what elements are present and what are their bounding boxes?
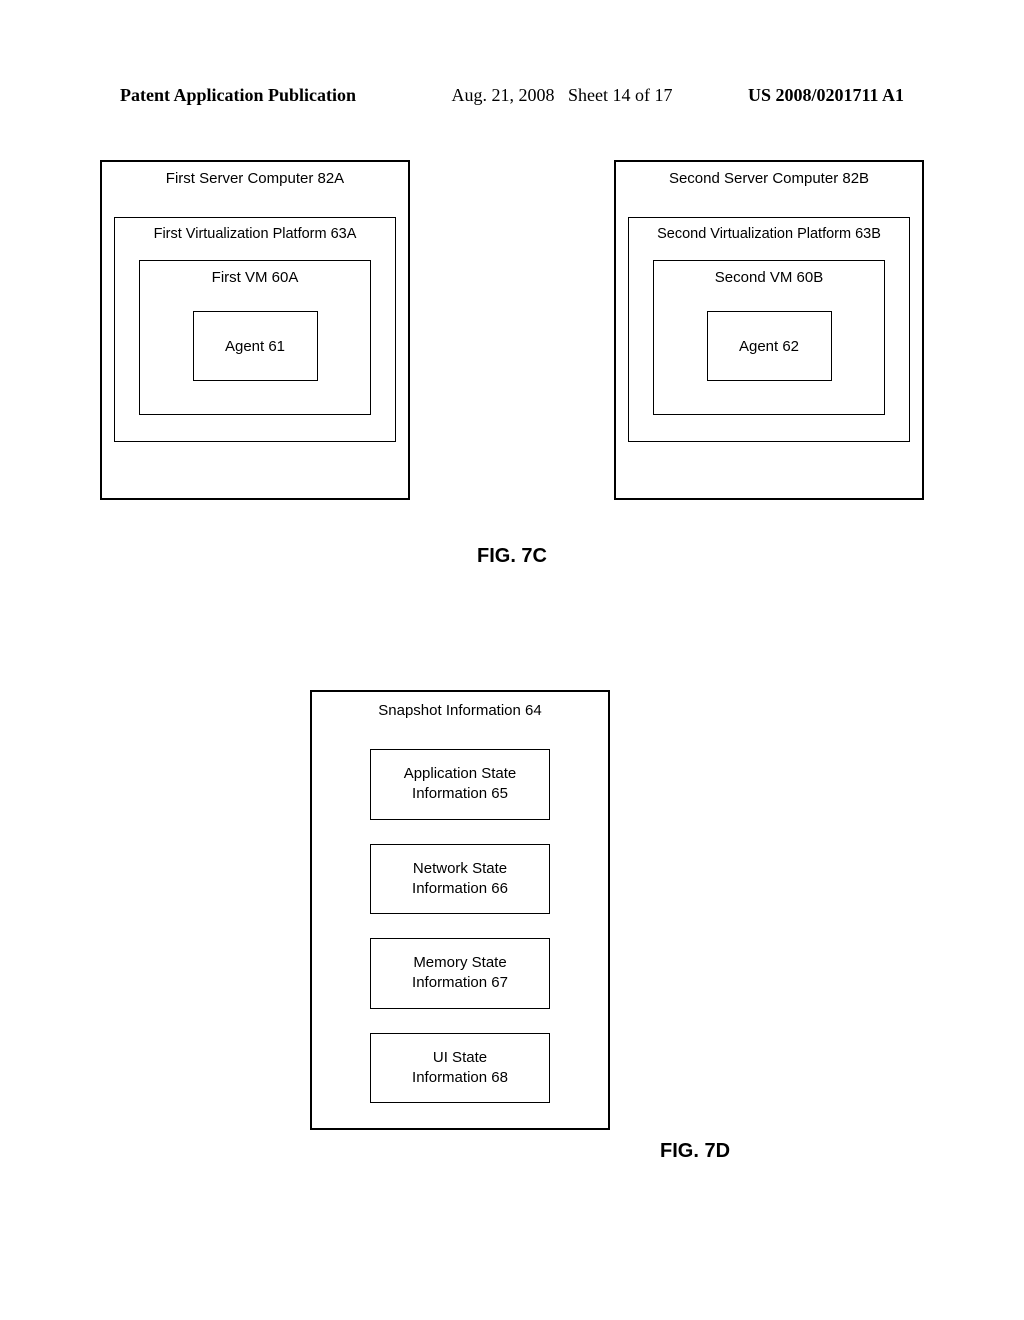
second-server-title: Second Server Computer 82B (628, 170, 910, 187)
network-state-box: Network State Information 66 (370, 844, 550, 915)
second-platform-title: Second Virtualization Platform 63B (643, 226, 895, 242)
app-state-line1: Application State (375, 764, 545, 784)
first-server-box: First Server Computer 82A First Virtuali… (100, 160, 410, 500)
page-content: First Server Computer 82A First Virtuali… (40, 130, 984, 1280)
app-state-line2: Information 65 (375, 784, 545, 804)
memory-state-line1: Memory State (375, 953, 545, 973)
app-state-box: Application State Information 65 (370, 749, 550, 820)
first-vm-title: First VM 60A (170, 269, 340, 286)
first-platform-title: First Virtualization Platform 63A (129, 226, 381, 242)
pub-number: US 2008/0201711 A1 (748, 85, 904, 106)
snapshot-box: Snapshot Information 64 Application Stat… (310, 690, 610, 1130)
fig-7d-diagram: Snapshot Information 64 Application Stat… (310, 690, 610, 1130)
second-agent-label: Agent 62 (739, 338, 799, 355)
memory-state-line2: Information 67 (375, 973, 545, 993)
fig-7c-caption: FIG. 7C (40, 545, 984, 568)
second-vm-title: Second VM 60B (684, 269, 854, 286)
first-agent-box: Agent 61 (193, 311, 318, 381)
first-platform-box: First Virtualization Platform 63A First … (114, 217, 396, 442)
pub-date: Aug. 21, 2008 (452, 85, 555, 105)
memory-state-box: Memory State Information 67 (370, 938, 550, 1009)
second-platform-box: Second Virtualization Platform 63B Secon… (628, 217, 910, 442)
pub-type: Patent Application Publication (120, 85, 356, 106)
page-header: Patent Application Publication Aug. 21, … (0, 85, 1024, 106)
pub-date-sheet: Aug. 21, 2008 Sheet 14 of 17 (356, 85, 748, 106)
fig-7d-caption: FIG. 7D (660, 1140, 730, 1163)
ui-state-line2: Information 68 (375, 1068, 545, 1088)
first-agent-label: Agent 61 (225, 338, 285, 355)
ui-state-line1: UI State (375, 1048, 545, 1068)
snapshot-title: Snapshot Information 64 (342, 702, 578, 719)
first-server-title: First Server Computer 82A (114, 170, 396, 187)
network-state-line1: Network State (375, 859, 545, 879)
second-agent-box: Agent 62 (707, 311, 832, 381)
first-vm-box: First VM 60A Agent 61 (139, 260, 371, 415)
second-vm-box: Second VM 60B Agent 62 (653, 260, 885, 415)
ui-state-box: UI State Information 68 (370, 1033, 550, 1104)
sheet-number: Sheet 14 of 17 (568, 85, 672, 105)
second-server-box: Second Server Computer 82B Second Virtua… (614, 160, 924, 500)
network-state-line2: Information 66 (375, 879, 545, 899)
fig-7c-diagram: First Server Computer 82A First Virtuali… (100, 160, 924, 500)
